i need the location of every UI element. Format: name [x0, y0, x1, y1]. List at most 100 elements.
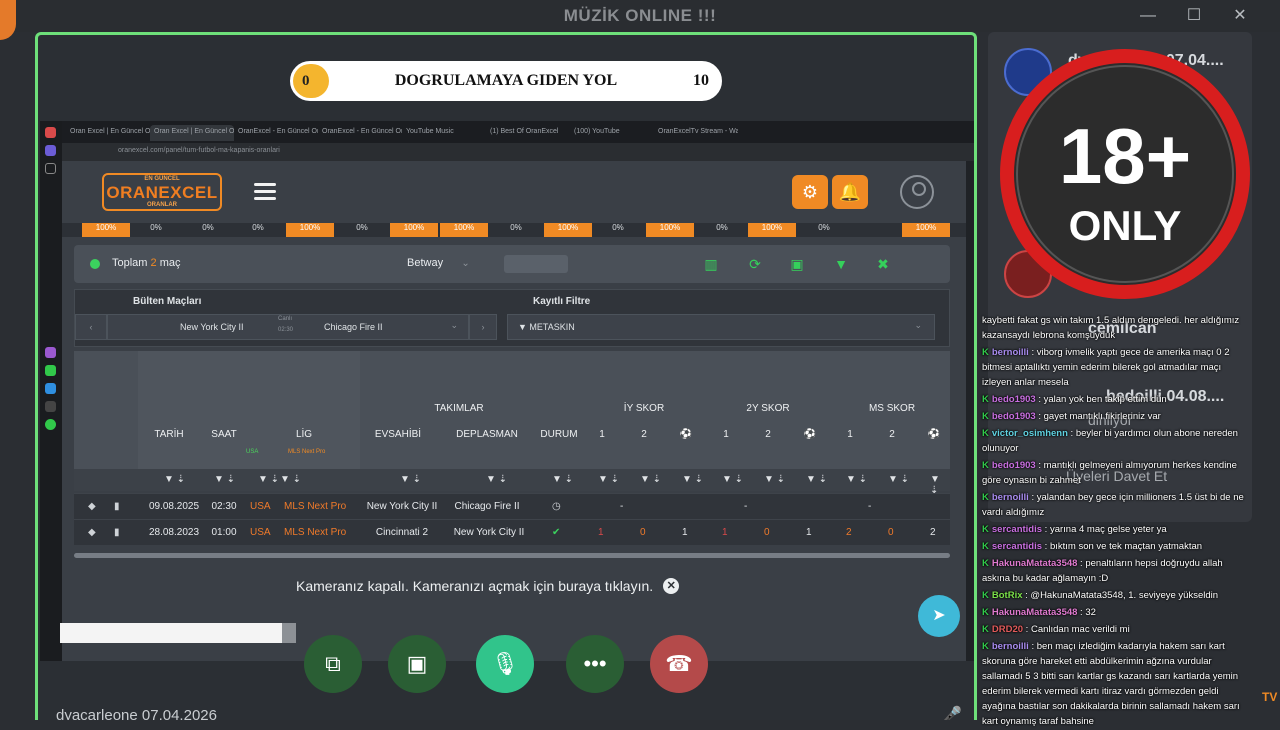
bulten-match-select[interactable]: New York City II Canlı 02:30 Chicago Fir…	[107, 314, 469, 340]
table-row[interactable]: ◆ ▮ 28.08.2023 01:00 USA MLS Next Pro Ci…	[74, 519, 950, 545]
sidebar-app-icon[interactable]	[45, 145, 56, 156]
header-ms-1[interactable]: 1	[842, 429, 858, 440]
minimize-button[interactable]: —	[1136, 6, 1160, 26]
chat-username[interactable]: HakunaMatata3548	[992, 607, 1078, 618]
header-deplasman[interactable]: DEPLASMAN	[444, 429, 530, 440]
prev-arrow-icon[interactable]: ‹	[75, 314, 107, 340]
chat-username[interactable]: bernoilli	[992, 492, 1029, 503]
column-filter-icon[interactable]: ▼ ⇣	[400, 474, 421, 485]
camera-off-notice[interactable]: Kameranız kapalı. Kameranızı açmak için …	[296, 573, 683, 599]
header-2y-1[interactable]: 1	[718, 429, 734, 440]
table-row[interactable]: ◆ ▮ 09.08.2025 02:30 USA MLS Next Pro Ne…	[74, 493, 950, 519]
browser-tab[interactable]: OranExcel - En Güncel Oranlar	[318, 125, 402, 141]
header-durum[interactable]: DURUM	[532, 429, 586, 440]
sidebar-app-icon[interactable]	[45, 163, 56, 174]
maximize-button[interactable]: ☐	[1182, 6, 1206, 26]
telegram-send-icon[interactable]: ➤	[918, 595, 960, 637]
microphone-button[interactable]: 🎙	[476, 635, 534, 693]
vertical-scrollbar[interactable]	[976, 161, 977, 661]
browser-tab[interactable]: (100) YouTube	[570, 125, 654, 141]
camera-toggle-button[interactable]: ▣	[388, 635, 446, 693]
chat-username[interactable]: DRD20	[992, 624, 1023, 635]
column-filter-icon[interactable]: ▼ ⇣	[888, 474, 909, 485]
column-filter-icon[interactable]: ▼ ⇣	[214, 474, 235, 485]
chat-username[interactable]: BotRix	[992, 590, 1023, 601]
close-button[interactable]: ✕	[1228, 6, 1252, 26]
sidebar-app-icon[interactable]	[45, 127, 56, 138]
column-filter-icon[interactable]: ▼ ⇣	[598, 474, 619, 485]
columns-icon[interactable]: ▥	[702, 255, 720, 273]
spotify-icon[interactable]	[45, 419, 56, 430]
close-icon[interactable]: ✕	[663, 578, 680, 594]
column-filter-icon[interactable]: ▼ ⇣	[258, 474, 279, 485]
pin-icon[interactable]: ◆	[88, 527, 96, 538]
column-filter-icon[interactable]: ▼ ⇣	[682, 474, 703, 485]
sidebar-app-icon[interactable]	[45, 401, 56, 412]
bookmaker-logo-select[interactable]	[504, 255, 568, 273]
chat-username[interactable]: bedo1903	[992, 460, 1036, 471]
header-tarih[interactable]: TARİH	[144, 429, 194, 440]
header-lig[interactable]: LİG	[274, 429, 334, 440]
settings-gear-icon[interactable]: ⚙	[792, 175, 828, 209]
browser-tab[interactable]: YouTube Music	[402, 125, 486, 141]
column-filter-icon[interactable]: ▼ ⇣	[164, 474, 185, 485]
save-icon[interactable]: ▣	[788, 255, 806, 273]
column-filter-icon[interactable]: ▼ ⇣	[486, 474, 507, 485]
sidebar-app-icon[interactable]	[45, 347, 56, 358]
browser-tab[interactable]: Oran Excel | En Güncel Oranlar	[150, 125, 234, 141]
address-bar[interactable]: oranexcel.com/panel/tum-futbol-ma-kapani…	[62, 143, 974, 161]
next-arrow-icon[interactable]: ›	[469, 314, 497, 340]
column-filter-icon[interactable]: ▼ ⇣	[764, 474, 785, 485]
header-evsahibi[interactable]: EVSAHİBİ	[362, 429, 434, 440]
header-saat[interactable]: SAAT	[202, 429, 246, 440]
browser-tab[interactable]: (1) Best Of OranExcel	[486, 125, 570, 141]
refresh-icon[interactable]: ⟳	[746, 255, 764, 273]
header-2y-2[interactable]: 2	[760, 429, 776, 440]
end-call-button[interactable]: ☎	[650, 635, 708, 693]
percentage-strip: 100% 0% 0% 0% 100% 0% 100% 100% 0% 100% 0% 100% 0% 10…	[62, 223, 966, 237]
header-iy-2[interactable]: 2	[636, 429, 652, 440]
column-filter-icon[interactable]: ▼ ⇣	[846, 474, 867, 485]
chat-username[interactable]: sercantidis	[992, 541, 1042, 552]
percentage-cell: 0%	[356, 223, 368, 232]
chat-username[interactable]: bernoilli	[992, 347, 1029, 358]
microphone-icon: 🎙	[491, 651, 519, 676]
header-ms-2[interactable]: 2	[884, 429, 900, 440]
horizontal-scrollbar[interactable]	[74, 553, 950, 558]
chat-username[interactable]: bedo1903	[992, 411, 1036, 422]
filter-icon[interactable]: ▼	[832, 255, 850, 273]
chat-username[interactable]: victor_osimhenn	[992, 428, 1068, 439]
telegram-icon[interactable]	[45, 383, 56, 394]
logo-main-text: ORANEXCEL	[106, 183, 218, 202]
column-filter-icon[interactable]: ▼ ⇣	[640, 474, 661, 485]
notification-bell-icon[interactable]: 🔔	[832, 175, 868, 209]
whatsapp-icon[interactable]	[45, 365, 56, 376]
chat-username[interactable]: HakunaMatata3548	[992, 558, 1078, 569]
chat-message: K DRD20 : Canlıdan mac verildi mi	[982, 624, 1130, 635]
chat-username[interactable]: bedo1903	[992, 394, 1036, 405]
stats-icon[interactable]: ▮	[114, 501, 120, 512]
stats-icon[interactable]: ▮	[114, 527, 120, 538]
browser-sidebar	[40, 121, 62, 661]
oranexcel-logo[interactable]: EN GÜNCEL ORANEXCEL ORANLAR	[102, 173, 222, 211]
hamburger-menu-icon[interactable]	[254, 183, 276, 200]
chat-username[interactable]: sercantidis	[992, 524, 1042, 535]
kick-badge-icon: K	[982, 492, 989, 503]
column-filter-icon[interactable]: ▼ ⇣	[280, 474, 301, 485]
share-screen-button[interactable]: ⧉	[304, 635, 362, 693]
saved-filter-select[interactable]: ▼ METASKIN ⌄	[507, 314, 935, 340]
bookmaker-select[interactable]: Betway ⌄	[407, 257, 470, 269]
browser-tab[interactable]: OranExcel - En Güncel Oranlar	[234, 125, 318, 141]
chat-username[interactable]: bernoilli	[992, 641, 1029, 652]
header-iy-1[interactable]: 1	[594, 429, 610, 440]
excel-export-icon[interactable]: ✖	[874, 255, 892, 273]
url-text[interactable]: oranexcel.com/panel/tum-futbol-ma-kapani…	[118, 147, 280, 154]
user-profile-icon[interactable]	[900, 175, 934, 209]
column-filter-icon[interactable]: ▼ ⇣	[722, 474, 743, 485]
browser-tab[interactable]: Oran Excel | En Güncel Oranlar	[66, 125, 150, 141]
column-filter-icon[interactable]: ▼ ⇣	[552, 474, 573, 485]
more-options-button[interactable]: •••	[566, 635, 624, 693]
browser-tab[interactable]: OranExcelTv Stream - Wall	[654, 125, 738, 141]
column-filter-icon[interactable]: ▼ ⇣	[806, 474, 827, 485]
pin-icon[interactable]: ◆	[88, 501, 96, 512]
